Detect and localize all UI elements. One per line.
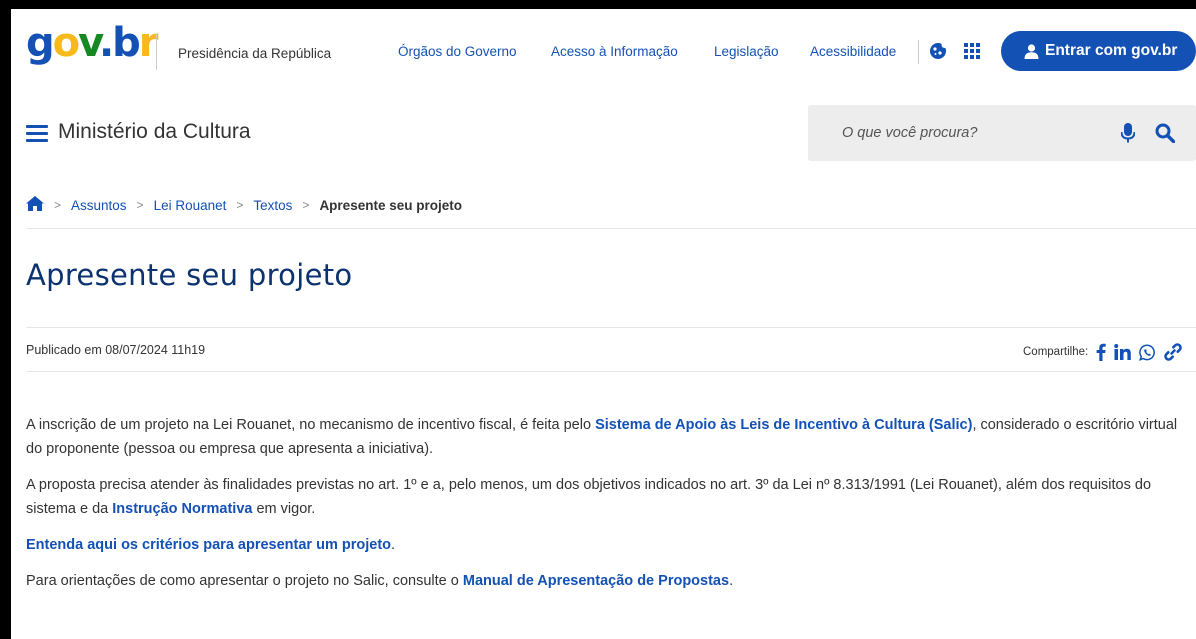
home-icon[interactable] [26, 196, 44, 214]
login-label: Entrar com gov.br [1045, 42, 1178, 59]
link-icon[interactable] [1164, 343, 1182, 361]
facebook-icon[interactable] [1096, 343, 1106, 361]
paragraph-text: . [391, 537, 396, 553]
link-acesso-informacao[interactable]: Acesso à Informação [551, 44, 678, 59]
breadcrumb-current: Apresente seu projeto [319, 197, 462, 213]
user-icon [1024, 43, 1039, 59]
search-icon[interactable] [1155, 123, 1176, 148]
ministry-title[interactable]: Ministério da Cultura [58, 120, 251, 144]
paragraph-text: em vigor. [252, 501, 316, 517]
breadcrumb-separator: > [302, 198, 310, 212]
govbr-logo[interactable]: gov.br [26, 20, 159, 66]
divider [26, 228, 1196, 229]
paragraph: Para orientações de como apresentar o pr… [26, 569, 1191, 593]
hamburger-menu-icon[interactable] [26, 124, 48, 147]
breadcrumb-item-lei-rouanet[interactable]: Lei Rouanet [154, 198, 227, 213]
gov-top-bar: gov.br Presidência da República Órgãos d… [11, 9, 1196, 89]
breadcrumb-separator: > [136, 198, 144, 212]
share-bar: Compartilhe: [1023, 343, 1182, 361]
logo-letter: o [52, 20, 81, 66]
page-title: Apresente seu projeto [26, 258, 353, 292]
login-govbr-button[interactable]: Entrar com gov.br [1001, 31, 1196, 71]
paragraph: A proposta precisa atender às finalidade… [26, 473, 1191, 521]
logo-letter: r [138, 20, 159, 66]
paragraph-text: A inscrição de um projeto na Lei Rouanet… [26, 417, 596, 433]
logo-letter: . [98, 20, 114, 66]
breadcrumb: > Assuntos > Lei Rouanet > Textos > Apre… [26, 195, 462, 215]
breadcrumb-item-textos[interactable]: Textos [253, 198, 292, 213]
search-box[interactable]: O que você procura? [808, 105, 1196, 161]
paragraph-text: Para orientações de como apresentar o pr… [26, 573, 463, 589]
breadcrumb-item-assuntos[interactable]: Assuntos [71, 198, 127, 213]
divider [918, 40, 919, 64]
breadcrumb-separator: > [236, 198, 244, 212]
paragraph-text: . [729, 573, 734, 589]
link-criterios[interactable]: Entenda aqui os critérios para apresenta… [26, 537, 391, 553]
browser-page: gov.br Presidência da República Órgãos d… [11, 9, 1196, 639]
search-input[interactable]: O que você procura? [842, 125, 977, 141]
share-label: Compartilhe: [1023, 346, 1089, 358]
whatsapp-icon[interactable] [1139, 343, 1156, 361]
logo-letter: g [26, 20, 55, 66]
link-salic[interactable]: Sistema de Apoio às Leis de Incentivo à … [595, 417, 972, 433]
link-instrucao-normativa[interactable]: Instrução Normativa [112, 501, 252, 517]
apps-grid-icon[interactable] [961, 40, 983, 62]
divider [26, 371, 1196, 372]
paragraph: A inscrição de um projeto na Lei Rouanet… [26, 413, 1191, 461]
logo-letter: b [112, 20, 141, 66]
divider [156, 34, 157, 70]
cookie-icon[interactable] [927, 40, 949, 62]
presidency-link[interactable]: Presidência da República [178, 46, 331, 61]
linkedin-icon[interactable] [1114, 344, 1132, 360]
article-body: A inscrição de um projeto na Lei Rouanet… [26, 413, 1191, 605]
link-legislacao[interactable]: Legislação [714, 44, 779, 59]
logo-letter: v [78, 20, 101, 66]
link-acessibilidade[interactable]: Acessibilidade [810, 44, 896, 59]
link-orgaos-governo[interactable]: Órgãos do Governo [398, 44, 517, 59]
breadcrumb-separator: > [54, 198, 62, 212]
link-manual-propostas[interactable]: Manual de Apresentação de Propostas [463, 573, 729, 589]
paragraph: Entenda aqui os critérios para apresenta… [26, 533, 1191, 557]
divider [26, 327, 1196, 328]
microphone-icon[interactable] [1120, 123, 1136, 148]
published-date: Publicado em 08/07/2024 11h19 [26, 343, 206, 357]
